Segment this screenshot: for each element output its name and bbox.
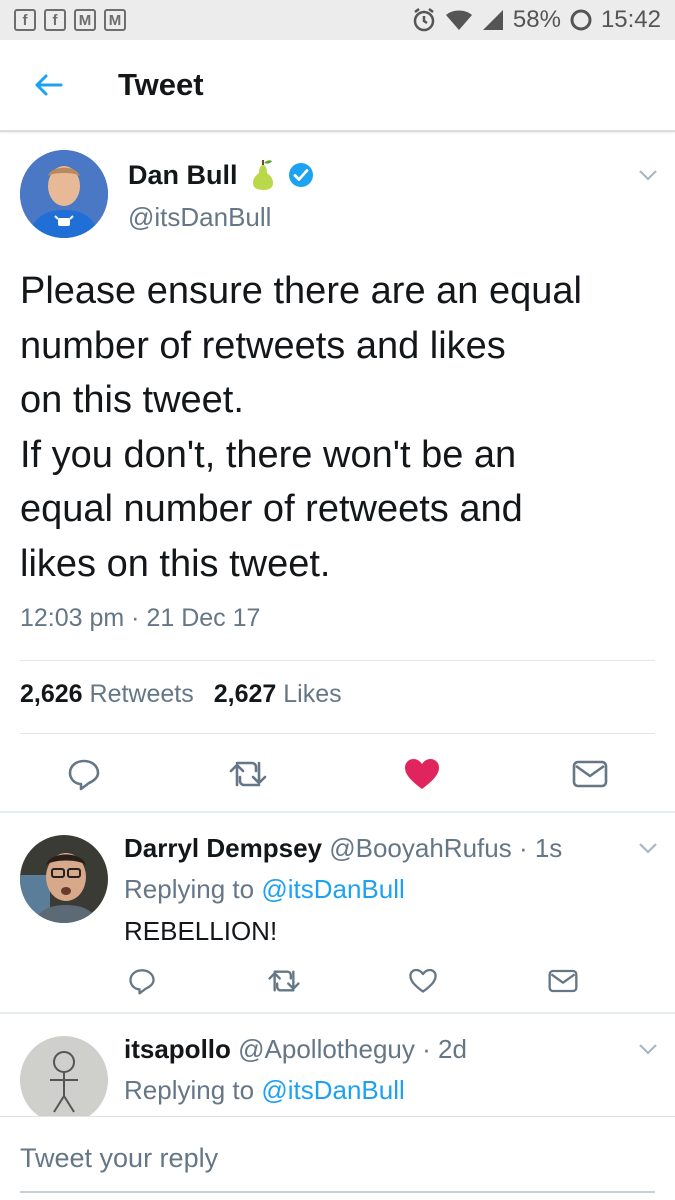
reply-button[interactable] [64, 754, 104, 794]
alarm-icon [411, 7, 437, 33]
clock: 15:42 [600, 6, 661, 33]
chevron-down-icon[interactable] [638, 841, 658, 855]
envelope-icon [548, 969, 578, 993]
tweet-stats: 2,626 Retweets 2,627 Likes [20, 680, 342, 709]
reply-author-handle[interactable]: @BooyahRufus [329, 833, 512, 863]
tweet-text-line: likes on this tweet. [20, 542, 331, 585]
reply-composer: Tweet your reply [0, 1116, 675, 1200]
reply-author-name[interactable]: itsapollo [124, 1034, 231, 1064]
retweet-icon [268, 970, 300, 992]
reply-tweet[interactable]: itsapollo @Apollotheguy · 2d Replying to… [0, 1014, 675, 1116]
page-title: Tweet [118, 67, 204, 102]
reply-input[interactable]: Tweet your reply [20, 1143, 218, 1174]
reply-age: · 1s [518, 833, 563, 863]
replying-to: Replying to @itsDanBull [124, 1075, 405, 1105]
like-button[interactable] [403, 961, 443, 1001]
verified-badge-icon [288, 163, 313, 187]
tweet-text-line: on this tweet. [20, 379, 244, 421]
retweet-count-link[interactable]: 2,626 Retweets [20, 680, 194, 709]
retweet-button[interactable] [228, 754, 268, 794]
reply-tweet[interactable]: Darryl Dempsey @BooyahRufus · 1s Replyin… [0, 813, 675, 1013]
tweet-text-line: If you don't, there won't be an [20, 433, 517, 476]
author-handle[interactable]: @itsDanBull [128, 202, 271, 233]
tweet-actions [0, 754, 675, 804]
gmail-icon: M [74, 9, 96, 31]
reply-author-name[interactable]: Darryl Dempsey [124, 833, 322, 863]
tweet-text-line: equal number of retweets and [20, 488, 523, 530]
back-arrow-icon [35, 74, 63, 96]
reply-author-handle[interactable]: @Apollotheguy [238, 1034, 415, 1064]
reply-text: REBELLION! [124, 916, 278, 946]
divider [20, 733, 655, 734]
reply-icon [68, 759, 100, 791]
like-button[interactable] [402, 754, 442, 794]
gmail-icon: M [104, 9, 126, 31]
reply-header: Darryl Dempsey @BooyahRufus · 1s [124, 833, 562, 864]
avatar[interactable] [20, 150, 108, 238]
chevron-down-icon[interactable] [638, 1042, 658, 1056]
reply-header: itsapollo @Apollotheguy · 2d [124, 1034, 467, 1065]
facebook-icon: f [44, 9, 66, 31]
tweet-text: Please ensure there are an equal number … [20, 264, 660, 591]
share-dm-button[interactable] [570, 754, 610, 794]
like-count-link[interactable]: 2,627 Likes [214, 680, 342, 709]
chevron-down-icon[interactable] [638, 168, 658, 182]
input-underline [20, 1191, 655, 1193]
app-header: Tweet [0, 40, 675, 132]
heart-icon [409, 968, 437, 993]
signal-icon [481, 8, 505, 32]
avatar[interactable] [20, 1036, 108, 1116]
reply-button[interactable] [122, 961, 162, 1001]
battery-icon [569, 8, 593, 32]
battery-percent: 58% [512, 6, 561, 33]
heart-filled-icon [405, 759, 439, 789]
retweet-button[interactable] [264, 961, 304, 1001]
facebook-icon: f [14, 9, 36, 31]
pear-emoji-icon [252, 160, 273, 190]
author-name[interactable]: Dan Bull [128, 159, 314, 191]
status-bar: f f M M 58% 15:42 [0, 0, 675, 40]
divider [20, 660, 655, 661]
tweet-timestamp: 12:03 pm · 21 Dec 17 [20, 604, 261, 632]
reply-icon [129, 969, 155, 995]
back-button[interactable] [0, 39, 96, 131]
replying-to: Replying to @itsDanBull [124, 874, 405, 904]
wifi-icon [445, 8, 473, 32]
avatar[interactable] [20, 835, 108, 923]
reply-age: · 2d [422, 1034, 467, 1064]
system-status: 58% 15:42 [411, 6, 661, 34]
replying-to-handle-link[interactable]: @itsDanBull [261, 874, 404, 904]
envelope-icon [572, 760, 608, 788]
retweet-icon [229, 761, 267, 787]
notification-icons: f f M M [14, 9, 126, 31]
share-dm-button[interactable] [543, 961, 583, 1001]
tweet-text-line: Please ensure there are an equal [20, 270, 582, 312]
tweet-text-line: number of retweets and likes [20, 324, 506, 367]
replying-to-handle-link[interactable]: @itsDanBull [261, 1075, 404, 1105]
